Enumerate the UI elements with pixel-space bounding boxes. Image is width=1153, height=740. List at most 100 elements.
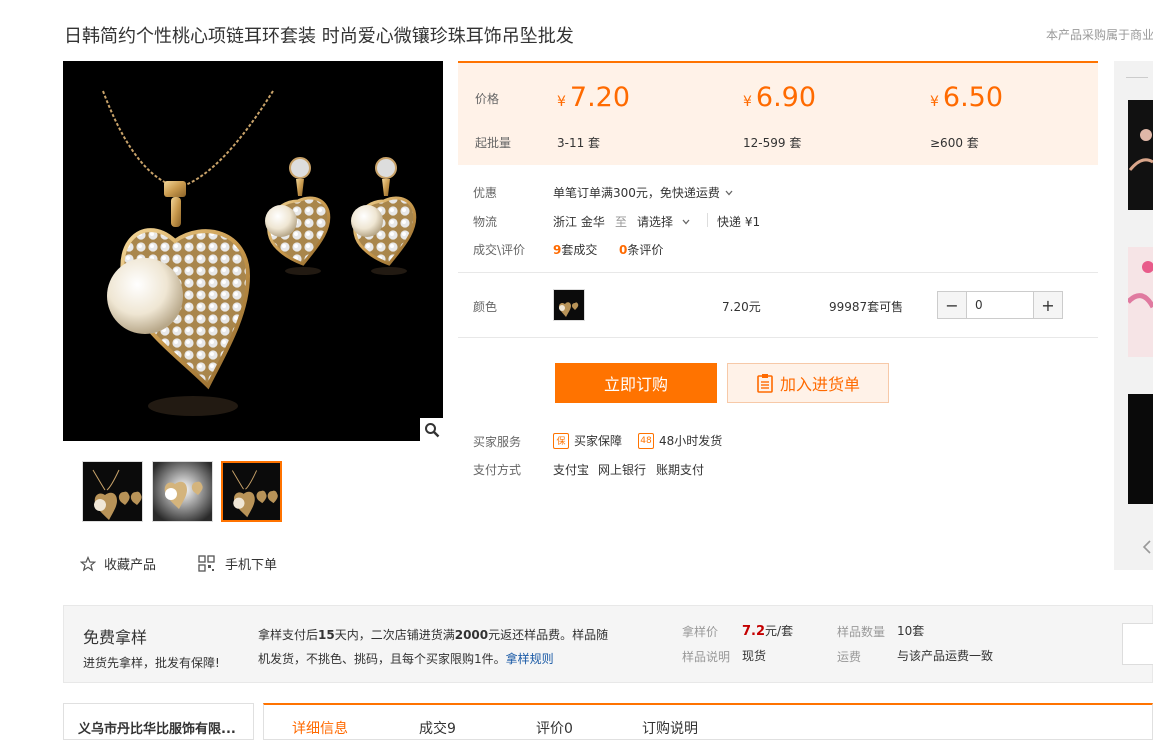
recommended-product-3[interactable] — [1128, 394, 1153, 504]
favorite-label: 收藏产品 — [104, 558, 157, 573]
quantity-stepper: − 0 + — [937, 291, 1063, 319]
promo-value: 单笔订单满300元，免快递运费 — [553, 186, 720, 200]
chevron-down-icon — [682, 219, 690, 224]
jewelry-photo — [102, 90, 417, 416]
recommended-product-2[interactable] — [1126, 247, 1153, 357]
color-swatch[interactable] — [553, 289, 585, 321]
thumbnail-image — [83, 462, 142, 521]
price-label: 价格 — [475, 92, 500, 106]
main-product-image[interactable] — [63, 61, 443, 441]
buy-now-button[interactable]: 立即订购 — [555, 363, 717, 403]
thumbnail-2[interactable] — [152, 461, 213, 522]
divider — [707, 213, 708, 227]
tier-price: 6.50 — [942, 82, 1004, 113]
mobile-order[interactable]: 手机下单 — [198, 554, 277, 573]
sample-price-unit: 元/套 — [765, 624, 794, 638]
recommendation-column — [1114, 61, 1153, 570]
logistics-label: 物流 — [473, 215, 498, 229]
sample-freight-value: 与该产品运费一致 — [897, 649, 994, 663]
recommended-image — [1126, 247, 1153, 357]
tab-deals[interactable]: 成交9 — [419, 718, 456, 738]
mobile-label: 手机下单 — [225, 558, 278, 573]
price-tier-1: ¥ 7.20 — [557, 82, 630, 113]
promo-label: 优惠 — [473, 186, 498, 200]
sample-note-label: 样品说明 — [682, 650, 731, 664]
purchase-notice: 本产品采购属于商业 — [1046, 28, 1153, 42]
destination-select[interactable]: 请选择 — [637, 213, 691, 230]
buyer-guarantee[interactable]: 保 买家保障 — [553, 432, 622, 449]
destination-placeholder: 请选择 — [637, 215, 674, 229]
buyer-service-label: 买家服务 — [473, 435, 522, 449]
thumbnail-1[interactable] — [82, 461, 143, 522]
48h-icon: 48 — [638, 432, 654, 449]
desc-text: 机发货，不挑色、挑码，且每个买家限购1件。 — [258, 652, 506, 666]
desc-text: 元返还样品费。样品随 — [488, 628, 609, 642]
add-to-cart-label: 加入进货单 — [779, 375, 860, 394]
sample-description-line-2: 机发货，不挑色、挑码，且每个买家限购1件。拿样规则 — [258, 650, 554, 667]
sample-subtitle: 进货先拿样，批发有保障! — [83, 656, 220, 670]
reviews-summary[interactable]: 0条评价 — [619, 241, 663, 258]
sample-button[interactable] — [1122, 623, 1153, 665]
sample-price: 7.2元/套 — [742, 622, 793, 639]
sample-price-value: 7.2 — [742, 624, 766, 639]
desc-days: 15 — [318, 628, 335, 642]
tier-range: 12-599 套 — [743, 136, 802, 150]
sample-description-line-1: 拿样支付后15天内，二次店铺进货满2000元返还样品费。样品随 — [258, 626, 608, 643]
currency-symbol: ¥ — [557, 94, 566, 110]
tier-price: 7.20 — [569, 82, 631, 113]
divider — [458, 337, 1098, 338]
deals-summary[interactable]: 9套成交 — [553, 241, 597, 258]
chevron-left-icon[interactable] — [1141, 539, 1153, 555]
star-icon — [80, 555, 96, 571]
payment-label: 支付方式 — [473, 463, 522, 477]
price-tier-2: ¥ 6.90 — [743, 82, 816, 113]
payment-bank: 网上银行 — [598, 463, 647, 477]
ship-48h[interactable]: 48 48小时发货 — [638, 432, 722, 449]
chevron-down-icon — [725, 190, 733, 195]
tab-order-notes[interactable]: 订购说明 — [642, 718, 698, 738]
promo-dropdown[interactable]: 单笔订单满300元，免快递运费 — [553, 184, 734, 201]
thumbnail-3[interactable] — [221, 461, 282, 522]
clipboard-icon — [757, 374, 773, 393]
quantity-input[interactable]: 0 — [966, 292, 1034, 318]
recommended-image — [1128, 100, 1153, 210]
shop-name[interactable]: 义乌市丹比华比服饰有限... — [63, 703, 254, 740]
sample-note-value: 现货 — [742, 649, 767, 663]
free-sample-panel — [63, 605, 1153, 683]
price-tier-3: ¥ 6.50 — [930, 82, 1003, 113]
increment-button[interactable]: + — [1034, 292, 1062, 318]
sample-rules-link[interactable]: 拿样规则 — [506, 652, 554, 666]
divider — [1126, 77, 1148, 78]
add-to-cart-button[interactable]: 加入进货单 — [727, 363, 889, 403]
divider — [458, 272, 1098, 273]
color-label: 颜色 — [473, 300, 498, 314]
buy-now-label: 立即订购 — [603, 375, 668, 394]
desc-text: 天内，二次店铺进货满 — [334, 628, 455, 642]
sample-qty-value: 10套 — [897, 624, 925, 638]
thumbnail-image — [223, 463, 280, 520]
shield-icon: 保 — [553, 432, 569, 449]
favorite-product[interactable]: 收藏产品 — [80, 554, 156, 573]
zoom-button[interactable] — [420, 418, 443, 441]
tab-details[interactable]: 详细信息 — [292, 718, 348, 738]
deals-label: 成交\评价 — [473, 243, 526, 257]
sample-title: 免费拿样 — [83, 628, 148, 647]
sample-freight-label: 运费 — [837, 650, 862, 664]
sku-price: 7.20元 — [722, 300, 761, 314]
detail-tabs: 详细信息 成交9 评价0 订购说明 — [263, 703, 1153, 740]
tab-reviews[interactable]: 评价0 — [536, 718, 573, 738]
deals-suffix: 套成交 — [561, 243, 598, 257]
to-word: 至 — [615, 215, 628, 229]
guarantee-label: 买家保障 — [574, 434, 623, 448]
payment-alipay: 支付宝 — [553, 463, 590, 477]
payment-credit: 账期支付 — [656, 463, 705, 477]
express-fee: 快递 ¥1 — [717, 215, 761, 229]
sample-price-label: 拿样价 — [682, 625, 719, 639]
sku-stock: 99987套可售 — [829, 300, 904, 314]
swatch-image — [558, 302, 579, 317]
decrement-button[interactable]: − — [938, 292, 966, 318]
thumbnail-image — [153, 462, 212, 521]
magnifier-icon — [424, 422, 439, 437]
recommended-product-1[interactable] — [1128, 100, 1153, 210]
ship-from: 浙江 金华 — [553, 215, 605, 229]
